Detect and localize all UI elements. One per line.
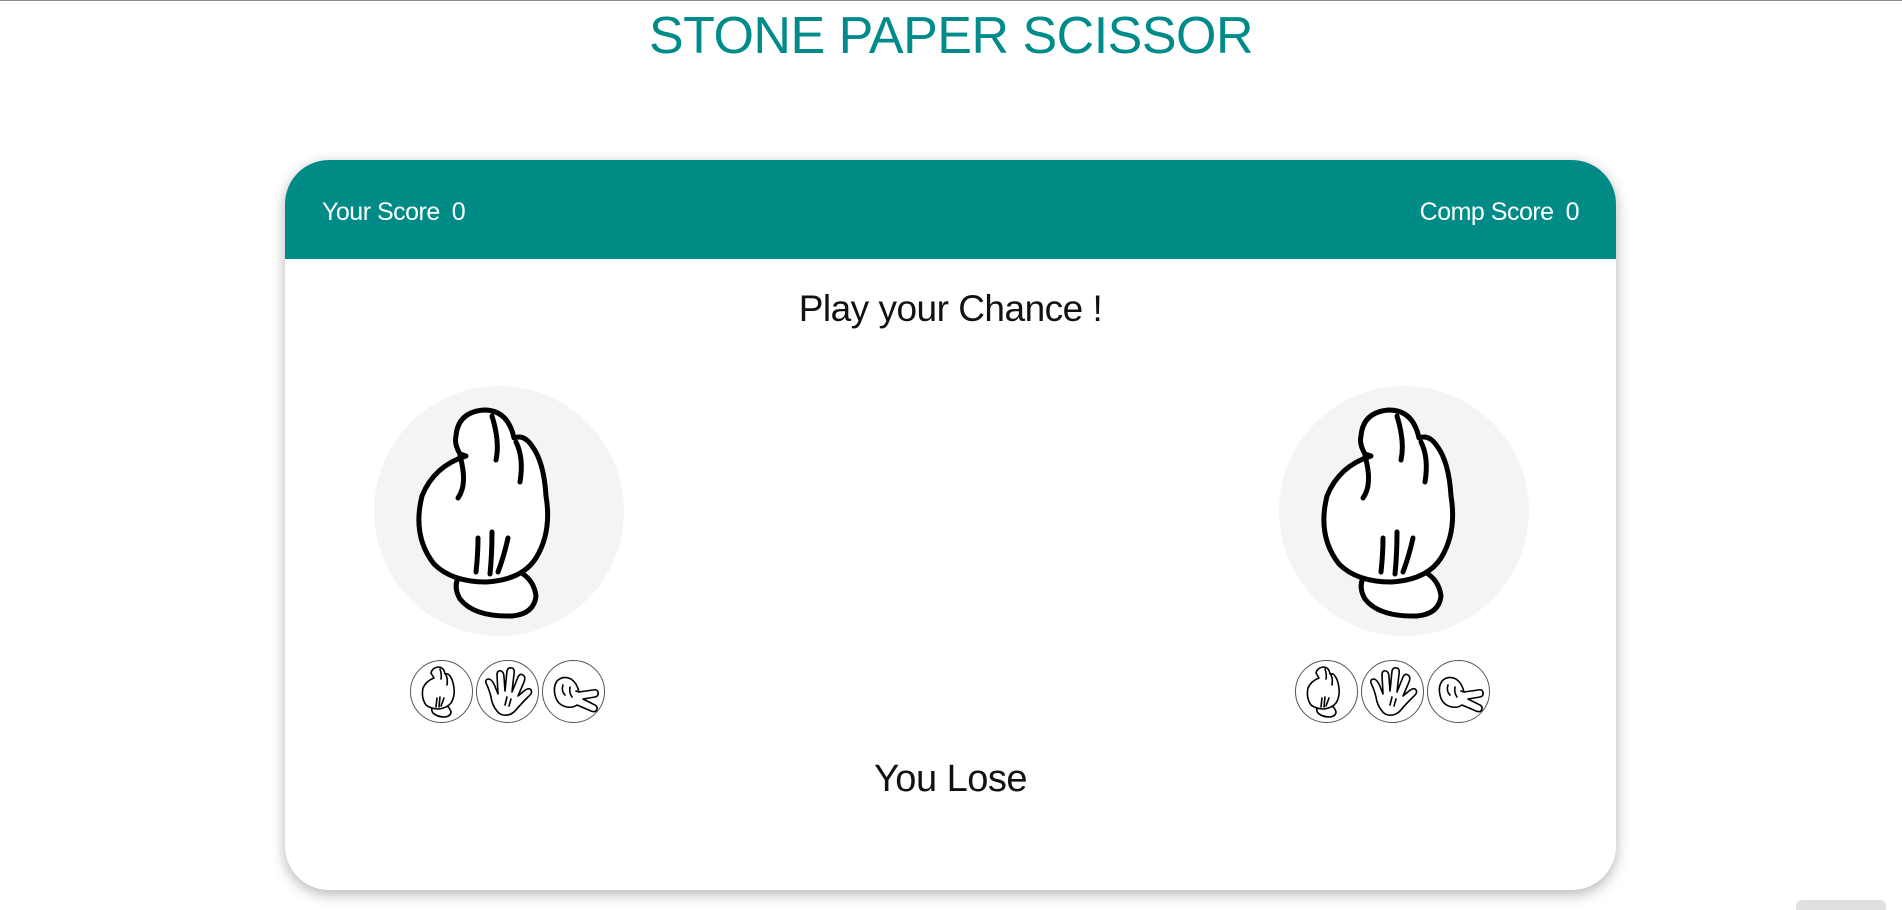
computer-choices <box>1295 660 1490 724</box>
player-hand-display <box>374 386 624 636</box>
player-paper-button[interactable] <box>476 660 539 723</box>
computer-stone-option <box>1295 660 1358 723</box>
comp-score: Comp Score 0 <box>1419 197 1580 227</box>
play-prompt: Play your Chance ! <box>798 288 1103 329</box>
score-bar: Your Score 0 Comp Score 0 <box>285 160 1616 259</box>
computer-scissor-option <box>1427 660 1490 723</box>
scissor-hand-icon <box>553 676 599 713</box>
your-score-label: Your Score <box>322 198 440 226</box>
your-score-value: 0 <box>451 198 466 226</box>
paper-hand-icon <box>485 667 533 716</box>
computer-paper-option <box>1361 660 1424 723</box>
top-border <box>0 0 1902 1</box>
page-title: STONE PAPER SCISSOR <box>648 7 1254 65</box>
your-score: Your Score 0 <box>322 197 466 227</box>
stone-hand-icon <box>1321 407 1456 619</box>
comp-score-label: Comp Score <box>1419 198 1554 226</box>
scroll-tab <box>1796 900 1886 910</box>
paper-hand-icon <box>1370 667 1418 716</box>
stone-hand-icon <box>1306 666 1340 718</box>
player-stone-button[interactable] <box>410 660 473 723</box>
player-choices <box>410 660 605 724</box>
scissor-hand-icon <box>1438 676 1484 713</box>
stone-hand-icon <box>416 407 551 619</box>
comp-score-value: 0 <box>1565 198 1580 226</box>
computer-hand-display <box>1279 386 1529 636</box>
player-scissor-button[interactable] <box>542 660 605 723</box>
game-card: Your Score 0 Comp Score 0 Play your Chance… <box>285 160 1616 890</box>
result-message: You Lose <box>873 758 1028 800</box>
stone-hand-icon <box>421 666 455 718</box>
